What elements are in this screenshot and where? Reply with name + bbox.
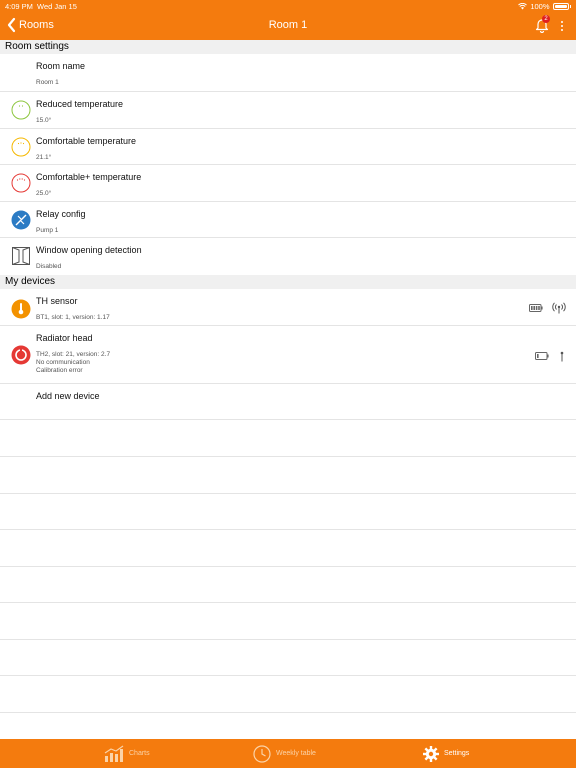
room-name-row[interactable]: Room name Room 1 — [0, 54, 576, 92]
tab-label: Weekly table — [276, 750, 316, 757]
tab-label: Settings — [444, 750, 470, 757]
row-value: 15.0° — [36, 117, 52, 124]
nav-bar: Rooms Room 1 2 — [0, 12, 576, 40]
battery-percent: 100% — [530, 2, 550, 11]
battery-full-icon — [529, 304, 543, 312]
status-right: 100% — [518, 2, 571, 11]
comfortable-plus-temperature-row[interactable]: Comfortable+ temperature 25.0° — [0, 165, 576, 202]
reduced-temperature-row[interactable]: Reduced temperature 15.0° — [0, 92, 576, 129]
clock-icon — [253, 744, 271, 763]
empty-row — [0, 530, 576, 567]
empty-row — [0, 420, 576, 457]
device-status-icons — [529, 302, 566, 314]
status-bar: 4:09 PM Wed Jan 15 100% — [0, 0, 576, 12]
comfortable-plus-temperature-icon — [11, 173, 31, 193]
section-header-my-devices: My devices — [0, 275, 576, 289]
empty-row — [0, 676, 576, 713]
battery-low-icon — [535, 352, 549, 360]
chart-icon — [104, 745, 124, 762]
row-title: Reduced temperature — [36, 99, 124, 109]
page-title: Room 1 — [268, 19, 308, 31]
row-subtitle: BT1, slot: 1, version: 1.17 — [36, 314, 110, 321]
row-status-no-communication: No communication — [36, 359, 90, 366]
radiator-head-icon — [11, 345, 31, 365]
signal-icon — [552, 302, 566, 314]
top-bar: 4:09 PM Wed Jan 15 100% Rooms Room 1 2 — [0, 0, 576, 40]
row-status-calibration-error: Calibration error — [36, 367, 83, 374]
empty-row — [0, 493, 576, 530]
add-new-device-row[interactable]: Add new device — [0, 384, 576, 420]
row-title: TH sensor — [36, 296, 78, 306]
tab-charts[interactable]: Charts — [104, 739, 150, 768]
empty-row — [0, 566, 576, 603]
status-time: 4:09 PM — [5, 2, 33, 11]
device-row-th-sensor[interactable]: TH sensor BT1, slot: 1, version: 1.17 — [0, 289, 576, 326]
comfortable-temperature-row[interactable]: Comfortable temperature 21.1° — [0, 129, 576, 165]
row-title: Window opening detection — [36, 245, 142, 255]
section-header-room-settings: Room settings — [0, 40, 576, 54]
row-value: 21.1° — [36, 154, 52, 161]
battery-tip — [569, 5, 571, 8]
gear-icon — [423, 745, 439, 762]
add-new-device-label: Add new device — [36, 391, 100, 401]
empty-row — [0, 603, 576, 640]
tab-weekly-table[interactable]: Weekly table — [253, 739, 316, 768]
device-row-radiator-head[interactable]: Radiator head TH2, slot: 21, version: 2.… — [0, 326, 576, 384]
notification-badge: 2 — [542, 15, 550, 23]
row-value: 25.0° — [36, 190, 52, 197]
row-value: Pump 1 — [36, 227, 59, 234]
row-title: Room name — [36, 61, 86, 71]
row-title: Radiator head — [36, 333, 93, 343]
comfortable-temperature-icon — [11, 137, 31, 157]
device-status-icons — [535, 350, 566, 362]
row-title: Comfortable+ temperature — [36, 172, 142, 182]
wifi-icon — [518, 3, 528, 10]
reduced-temperature-icon — [11, 100, 31, 120]
row-title: Relay config — [36, 209, 86, 219]
row-title: Comfortable temperature — [36, 136, 137, 146]
row-subtitle: TH2, slot: 21, version: 2.7 — [36, 351, 111, 358]
status-date: Wed Jan 15 — [37, 2, 77, 11]
empty-row — [0, 457, 576, 494]
empty-row — [0, 639, 576, 676]
relay-config-row[interactable]: Relay config Pump 1 — [0, 202, 576, 238]
tab-label: Charts — [129, 750, 150, 757]
thermometer-icon — [11, 299, 31, 319]
window-opening-detection-row[interactable]: Window opening detection Disabled — [0, 238, 576, 275]
more-vertical-icon[interactable] — [560, 20, 564, 32]
window-icon — [12, 247, 30, 265]
battery-icon — [552, 3, 569, 10]
tab-bar: Charts Weekly table Settings — [0, 739, 576, 768]
tab-settings[interactable]: Settings — [423, 739, 469, 768]
row-value: Disabled — [36, 263, 62, 270]
row-value: Room 1 — [36, 79, 59, 86]
relay-icon — [11, 210, 31, 230]
antenna-icon — [560, 351, 564, 362]
